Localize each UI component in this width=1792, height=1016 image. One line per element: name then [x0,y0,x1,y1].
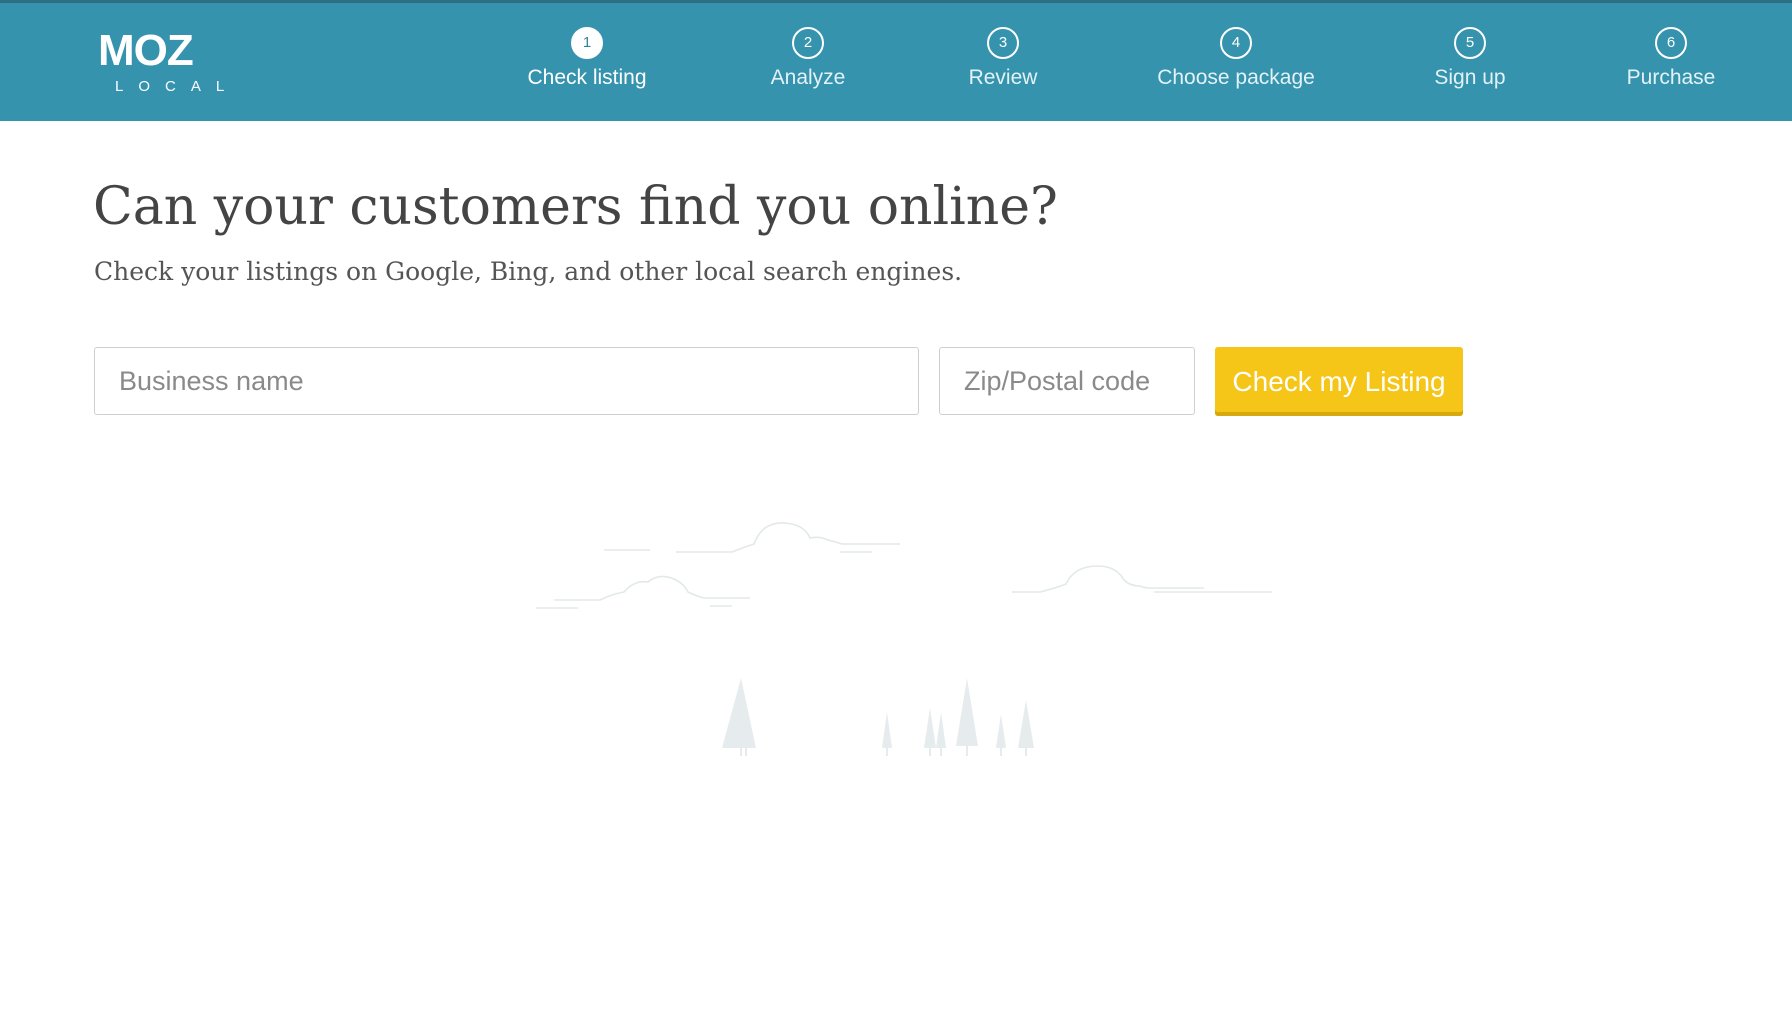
step-label: Choose package [1157,66,1315,89]
step-number-badge: 5 [1454,27,1486,59]
step-number-badge: 4 [1220,27,1252,59]
cloud-icon [536,575,750,609]
step-number-badge: 1 [571,27,603,59]
step-label: Review [968,66,1038,89]
step-review[interactable]: 3 Review [893,27,1113,91]
step-check-listing[interactable]: 1 Check listing [477,27,697,91]
logo-wordmark: MOZ [98,26,194,75]
logo-subtext: LOCAL [115,78,240,95]
landscape-illustration [536,522,1272,756]
tree-icon [722,678,1034,756]
top-nav-bar: MOZ LOCAL 1 Check listing 2 Analyze 3 Re… [0,0,1792,121]
cloud-icon [1012,565,1272,593]
cloud-icon [604,522,900,553]
step-label: Analyze [770,66,846,89]
step-number-badge: 2 [792,27,824,59]
moz-local-logo[interactable]: MOZ LOCAL [98,29,242,95]
step-label: Sign up [1434,66,1506,89]
page-subheadline: Check your listings on Google, Bing, and… [94,257,963,286]
step-purchase[interactable]: 6 Purchase [1561,27,1781,91]
page-headline: Can your customers find you online? [93,177,1058,237]
step-number-badge: 6 [1655,27,1687,59]
step-label: Check listing [527,66,647,89]
step-sign-up[interactable]: 5 Sign up [1360,27,1580,91]
business-name-input[interactable] [94,347,919,415]
zip-postal-code-input[interactable] [939,347,1195,415]
step-choose-package[interactable]: 4 Choose package [1126,27,1346,91]
step-analyze[interactable]: 2 Analyze [698,27,918,91]
step-label: Purchase [1626,66,1716,89]
step-number-badge: 3 [987,27,1019,59]
check-my-listing-button[interactable]: Check my Listing [1215,347,1463,416]
